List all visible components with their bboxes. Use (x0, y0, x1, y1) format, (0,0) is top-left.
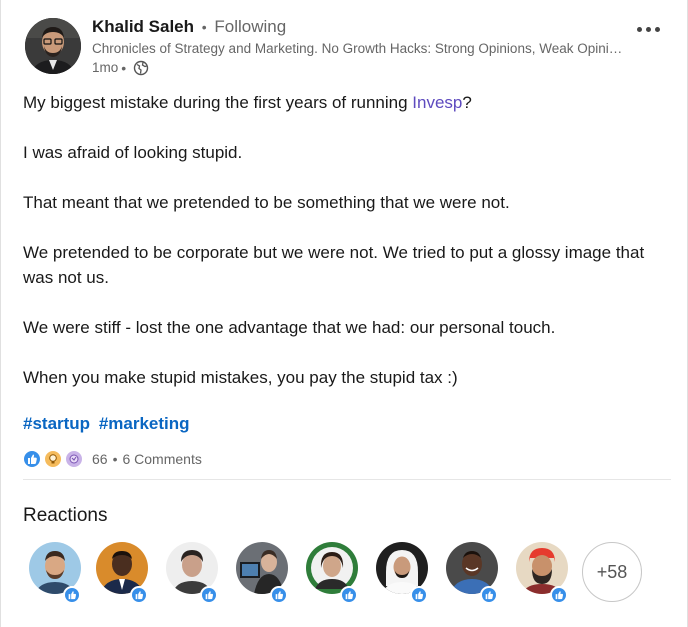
comments-count[interactable]: 6 Comments (122, 451, 201, 467)
like-badge-icon (200, 586, 218, 604)
reactors-list: +58 (29, 542, 669, 606)
post-paragraph: When you make stupid mistakes, you pay t… (23, 368, 458, 387)
like-badge-icon (550, 586, 568, 604)
reactor-avatar[interactable] (29, 542, 85, 604)
post-age: 1mo (92, 60, 119, 75)
reactions-title: Reactions (23, 505, 108, 526)
like-badge-icon (480, 586, 498, 604)
like-badge-icon (63, 586, 81, 604)
counts-separator: • (112, 451, 118, 467)
social-counts: 66 • 6 Comments (23, 448, 202, 470)
post-paragraph: I was afraid of looking stupid. (23, 143, 243, 162)
author-avatar[interactable] (25, 18, 81, 74)
reactor-avatar[interactable] (96, 542, 152, 604)
divider (23, 479, 671, 480)
post-meta: 1mo • (92, 59, 652, 77)
more-reactors-button[interactable]: +58 (582, 542, 642, 602)
reaction-icons[interactable] (23, 450, 86, 468)
post-paragraph: We were stiff - lost the one advantage t… (23, 318, 556, 337)
more-options-icon[interactable] (633, 20, 663, 38)
insightful-icon (44, 450, 62, 468)
reactor-avatar[interactable] (306, 542, 362, 604)
follow-separator: • (201, 19, 207, 35)
reactor-avatar[interactable] (446, 542, 502, 604)
hashtag-link[interactable]: #marketing (99, 414, 190, 433)
celebrate-icon (65, 450, 83, 468)
hashtag-link[interactable]: #startup (23, 414, 90, 433)
reactor-avatar[interactable] (166, 542, 222, 604)
post-paragraph: We pretended to be corporate but we were… (23, 243, 645, 287)
post-text: ? (462, 93, 472, 112)
post-text: My biggest mistake during the first year… (23, 93, 413, 112)
post-paragraph: That meant that we pretended to be somet… (23, 193, 510, 212)
author-block: Khalid Saleh • Following Chronicles of S… (92, 16, 652, 77)
author-name[interactable]: Khalid Saleh (92, 17, 194, 36)
meta-separator: • (121, 60, 127, 76)
post-card: Khalid Saleh • Following Chronicles of S… (0, 0, 688, 627)
globe-icon (133, 60, 149, 76)
reactor-avatar[interactable] (376, 542, 432, 604)
post-header: Khalid Saleh • Following Chronicles of S… (23, 14, 663, 76)
like-icon (23, 450, 41, 468)
like-badge-icon (270, 586, 288, 604)
reactor-avatar[interactable] (516, 542, 572, 604)
like-badge-icon (130, 586, 148, 604)
author-line: Khalid Saleh • Following (92, 16, 652, 38)
like-badge-icon (410, 586, 428, 604)
author-headline: Chronicles of Strategy and Marketing. No… (92, 41, 628, 56)
reaction-count[interactable]: 66 (92, 451, 108, 467)
post-paragraph: My biggest mistake during the first year… (23, 90, 673, 115)
hashtags: #startup #marketing (23, 414, 194, 434)
post-body: My biggest mistake during the first year… (23, 90, 673, 415)
company-mention[interactable]: Invesp (412, 93, 462, 112)
follow-status[interactable]: Following (214, 17, 286, 36)
reactor-avatar[interactable] (236, 542, 292, 604)
like-badge-icon (340, 586, 358, 604)
